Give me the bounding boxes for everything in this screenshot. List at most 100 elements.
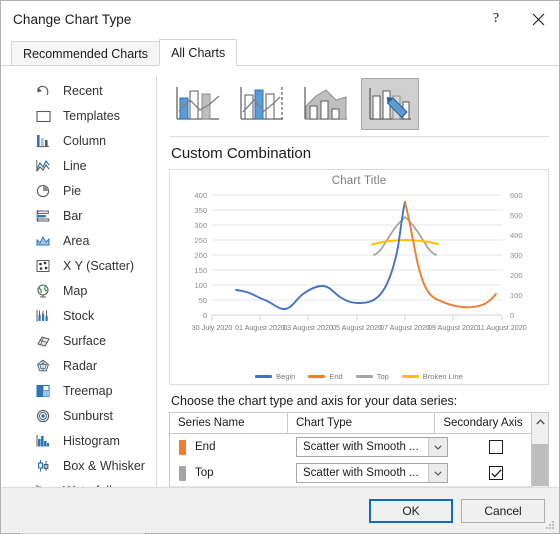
sidebar-item-stock[interactable]: Stock bbox=[11, 303, 156, 328]
radar-icon bbox=[33, 357, 53, 375]
chevron-down-icon[interactable] bbox=[428, 438, 447, 456]
legend-swatch-end bbox=[308, 375, 326, 378]
chart-type-pane: Custom Combination Chart Title 400 350 3… bbox=[157, 76, 549, 512]
map-icon bbox=[33, 282, 53, 300]
sidebar-item-stock-label: Stock bbox=[63, 308, 95, 323]
resize-grip[interactable] bbox=[544, 519, 556, 531]
svg-text:03 August 2020: 03 August 2020 bbox=[283, 323, 333, 332]
help-button[interactable]: ? bbox=[475, 2, 517, 36]
chart-category-list[interactable]: Recent Templates Column Line Pie Bar Are… bbox=[11, 76, 157, 534]
sidebar-item-box-whisker[interactable]: Box & Whisker bbox=[11, 453, 156, 478]
svg-text:400: 400 bbox=[510, 231, 523, 240]
tab-strip: Recommended Charts All Charts bbox=[1, 37, 559, 66]
scrollbar-thumb[interactable] bbox=[532, 444, 548, 486]
sidebar-item-treemap-label: Treemap bbox=[63, 383, 113, 398]
tab-recommended-charts[interactable]: Recommended Charts bbox=[11, 41, 161, 66]
series-grid-header: Series Name Chart Type Secondary Axis bbox=[170, 413, 531, 434]
sidebar-item-histogram[interactable]: Histogram bbox=[11, 428, 156, 453]
svg-text:05 August 2020: 05 August 2020 bbox=[332, 323, 382, 332]
legend-item-top: Top bbox=[355, 372, 389, 381]
cancel-button-label: Cancel bbox=[484, 503, 522, 518]
scroll-up-button[interactable] bbox=[532, 413, 548, 430]
svg-text:150: 150 bbox=[194, 266, 207, 275]
svg-text:500: 500 bbox=[510, 211, 523, 220]
chart-type-dropdown-top[interactable]: Scatter with Smooth ... bbox=[296, 463, 448, 483]
header-chart-type: Chart Type bbox=[288, 413, 435, 433]
sidebar-item-pie[interactable]: Pie bbox=[11, 178, 156, 203]
series-name-cell-end: End bbox=[170, 434, 288, 460]
legend-swatch-top bbox=[355, 375, 373, 378]
secondary-axis-cell-end bbox=[448, 434, 544, 460]
chart-type-cell-top: Scatter with Smooth ... bbox=[288, 460, 448, 486]
svg-text:0: 0 bbox=[203, 311, 207, 320]
stacked-area-clustered-column-icon bbox=[304, 87, 347, 120]
sidebar-item-surface[interactable]: Surface bbox=[11, 328, 156, 353]
sunburst-icon bbox=[33, 407, 53, 425]
chart-type-value-top: Scatter with Smooth ... bbox=[303, 467, 419, 479]
svg-text:300: 300 bbox=[194, 221, 207, 230]
tab-all-charts-label: All Charts bbox=[171, 45, 226, 60]
check-icon bbox=[490, 468, 501, 478]
sidebar-item-scatter[interactable]: X Y (Scatter) bbox=[11, 253, 156, 278]
column-icon bbox=[33, 132, 53, 150]
svg-text:350: 350 bbox=[194, 206, 207, 215]
chart-type-dropdown-end[interactable]: Scatter with Smooth ... bbox=[296, 437, 448, 457]
clustered-column-line-icon bbox=[176, 87, 220, 120]
sidebar-item-sunburst[interactable]: Sunburst bbox=[11, 403, 156, 428]
series-color-swatch-end bbox=[179, 439, 186, 455]
thumbnail-stacked-area-clustered-column[interactable] bbox=[297, 78, 355, 130]
svg-text:100: 100 bbox=[194, 281, 207, 290]
sidebar-item-pie-label: Pie bbox=[63, 183, 82, 198]
legend-label-top: Top bbox=[376, 372, 389, 381]
secondary-axis-checkbox-end[interactable] bbox=[489, 440, 503, 454]
sidebar-item-bar-label: Bar bbox=[63, 208, 83, 223]
close-button[interactable] bbox=[517, 2, 559, 36]
pie-icon bbox=[33, 182, 53, 200]
sidebar-item-area-label: Area bbox=[63, 233, 90, 248]
scrollbar-track[interactable] bbox=[532, 430, 548, 492]
legend-swatch-begin bbox=[255, 375, 273, 378]
sidebar-item-treemap[interactable]: Treemap bbox=[11, 378, 156, 403]
svg-text:100: 100 bbox=[510, 291, 523, 300]
sidebar-item-bar[interactable]: Bar bbox=[11, 203, 156, 228]
svg-text:250: 250 bbox=[194, 236, 207, 245]
custom-combination-icon bbox=[369, 88, 411, 120]
series-name-end: End bbox=[195, 441, 216, 453]
tab-all-charts[interactable]: All Charts bbox=[159, 39, 238, 66]
svg-text:01 August 2020: 01 August 2020 bbox=[235, 323, 285, 332]
table-row[interactable]: Top Scatter with Smooth ... bbox=[170, 460, 531, 486]
ok-button[interactable]: OK bbox=[369, 498, 453, 523]
sidebar-item-recent[interactable]: Recent bbox=[11, 78, 156, 103]
combo-variation-heading: Custom Combination bbox=[171, 145, 312, 162]
thumbnail-clustered-column-line[interactable] bbox=[169, 78, 227, 130]
svg-text:600: 600 bbox=[510, 191, 523, 200]
title-bar: Change Chart Type ? bbox=[1, 1, 559, 37]
svg-text:0: 0 bbox=[510, 311, 514, 320]
cancel-button[interactable]: Cancel bbox=[461, 498, 545, 523]
thumbnail-clustered-column-line-secondary-axis[interactable] bbox=[233, 78, 291, 130]
svg-text:07 August 2020: 07 August 2020 bbox=[380, 323, 430, 332]
thumbnail-custom-combination[interactable] bbox=[361, 78, 419, 130]
line-icon bbox=[33, 157, 53, 175]
secondary-axis-checkbox-top[interactable] bbox=[489, 466, 503, 480]
sidebar-item-scatter-label: X Y (Scatter) bbox=[63, 258, 135, 273]
chevron-down-icon[interactable] bbox=[428, 464, 447, 482]
sidebar-item-column-label: Column bbox=[63, 133, 107, 148]
scatter-icon bbox=[33, 257, 53, 275]
sidebar-item-map[interactable]: Map bbox=[11, 278, 156, 303]
chart-plot-area: 400 350 300 250 200 150 100 50 0 600 500… bbox=[170, 187, 548, 369]
legend-swatch-broken-line bbox=[401, 375, 419, 378]
legend-label-broken-line: Broken Line bbox=[422, 372, 463, 381]
sidebar-item-line[interactable]: Line bbox=[11, 153, 156, 178]
sidebar-item-column[interactable]: Column bbox=[11, 128, 156, 153]
legend-label-end: End bbox=[329, 372, 343, 381]
sidebar-item-surface-label: Surface bbox=[63, 333, 107, 348]
sidebar-item-histogram-label: Histogram bbox=[63, 433, 120, 448]
dialog-title: Change Chart Type bbox=[13, 11, 132, 27]
sidebar-item-radar[interactable]: Radar bbox=[11, 353, 156, 378]
secondary-axis-cell-top bbox=[448, 460, 544, 486]
sidebar-item-templates[interactable]: Templates bbox=[11, 103, 156, 128]
chart-preview: Chart Title 400 350 300 250 200 150 100 … bbox=[169, 169, 549, 385]
table-row[interactable]: End Scatter with Smooth ... bbox=[170, 434, 531, 460]
sidebar-item-area[interactable]: Area bbox=[11, 228, 156, 253]
